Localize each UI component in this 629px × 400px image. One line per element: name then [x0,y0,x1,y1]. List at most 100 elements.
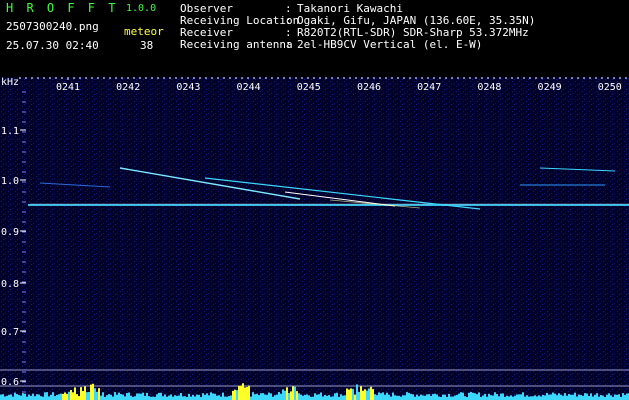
level-bar [406,392,408,400]
x-tick-label: 0247 [417,82,441,93]
level-bar [448,393,450,400]
level-bar [16,394,18,400]
level-bar [408,392,410,400]
level-bar [164,394,166,400]
level-bar [88,391,90,400]
level-bar [390,396,392,400]
level-bar [600,395,602,400]
level-bar [260,393,262,400]
level-bar [6,395,8,400]
x-tick-label: 0242 [116,82,140,93]
level-bar [182,396,184,400]
level-bar [422,395,424,400]
level-bar [498,396,500,400]
level-bar [208,395,210,400]
level-bar [468,392,470,400]
level-bar [322,396,324,400]
spectrogram-background [0,77,629,400]
level-bar [158,392,160,400]
level-bar [568,393,570,400]
level-bar [392,392,394,400]
level-bar [180,393,182,400]
level-bar [108,394,110,400]
level-bar [346,388,348,400]
level-bar [524,396,526,400]
level-bar [240,385,242,400]
level-bar [456,394,458,400]
level-bar [106,395,108,400]
level-bar [130,395,132,400]
level-bar [148,396,150,400]
level-bar [90,384,92,400]
level-bar [94,388,96,400]
level-bar [308,395,310,400]
level-bar [44,392,46,400]
level-bar [102,392,104,400]
level-bar [212,393,214,400]
level-bar [530,396,532,400]
level-bar [520,394,522,400]
level-bar [144,395,146,400]
level-bar [328,395,330,400]
level-bar [394,395,396,400]
level-bar [136,393,138,400]
level-bar [206,393,208,400]
y-tick-label: 0.9 [1,227,19,238]
level-bar [578,394,580,400]
level-bar [220,396,222,400]
level-bar [566,395,568,400]
level-bar [378,392,380,400]
level-bar [428,394,430,400]
level-bar [86,392,88,400]
level-bar [506,395,508,400]
level-bar [48,396,50,400]
level-bar [22,393,24,400]
level-bar [580,394,582,400]
level-bar [424,395,426,400]
level-bar [396,395,398,400]
level-bar [542,394,544,400]
level-bar [508,396,510,400]
level-bar [264,394,266,400]
level-bar [460,392,462,400]
level-bar [306,394,308,400]
level-bar [300,394,302,400]
level-bar [188,393,190,400]
level-bar [98,388,100,400]
level-bar [190,396,192,400]
level-bar [218,395,220,400]
level-bar [314,393,316,400]
level-bar [432,394,434,400]
level-bar [216,395,218,400]
level-bar [74,387,76,400]
level-bar [184,396,186,400]
level-bar [624,394,626,400]
level-bar [18,394,20,400]
level-bar [262,393,264,400]
level-bar [380,393,382,400]
y-tick-label: 0.7 [1,327,19,338]
level-bar [122,394,124,400]
level-bar [280,393,282,400]
level-bar [544,395,546,400]
level-bar [46,392,48,400]
level-bar [252,392,254,400]
level-bar [470,392,472,400]
level-bar [120,394,122,400]
level-bar [100,395,102,400]
level-bar [382,392,384,400]
level-bar [360,386,362,400]
level-bar [596,393,598,400]
level-bar [626,393,628,400]
level-bar [210,392,212,400]
level-bar [248,385,250,400]
level-bar [28,394,30,400]
level-bar [358,392,360,400]
level-bar [160,392,162,400]
level-bar [538,395,540,400]
level-bar [292,386,294,400]
level-bar [388,394,390,400]
level-bar [126,393,128,400]
level-bar [458,393,460,400]
level-bar [420,394,422,400]
